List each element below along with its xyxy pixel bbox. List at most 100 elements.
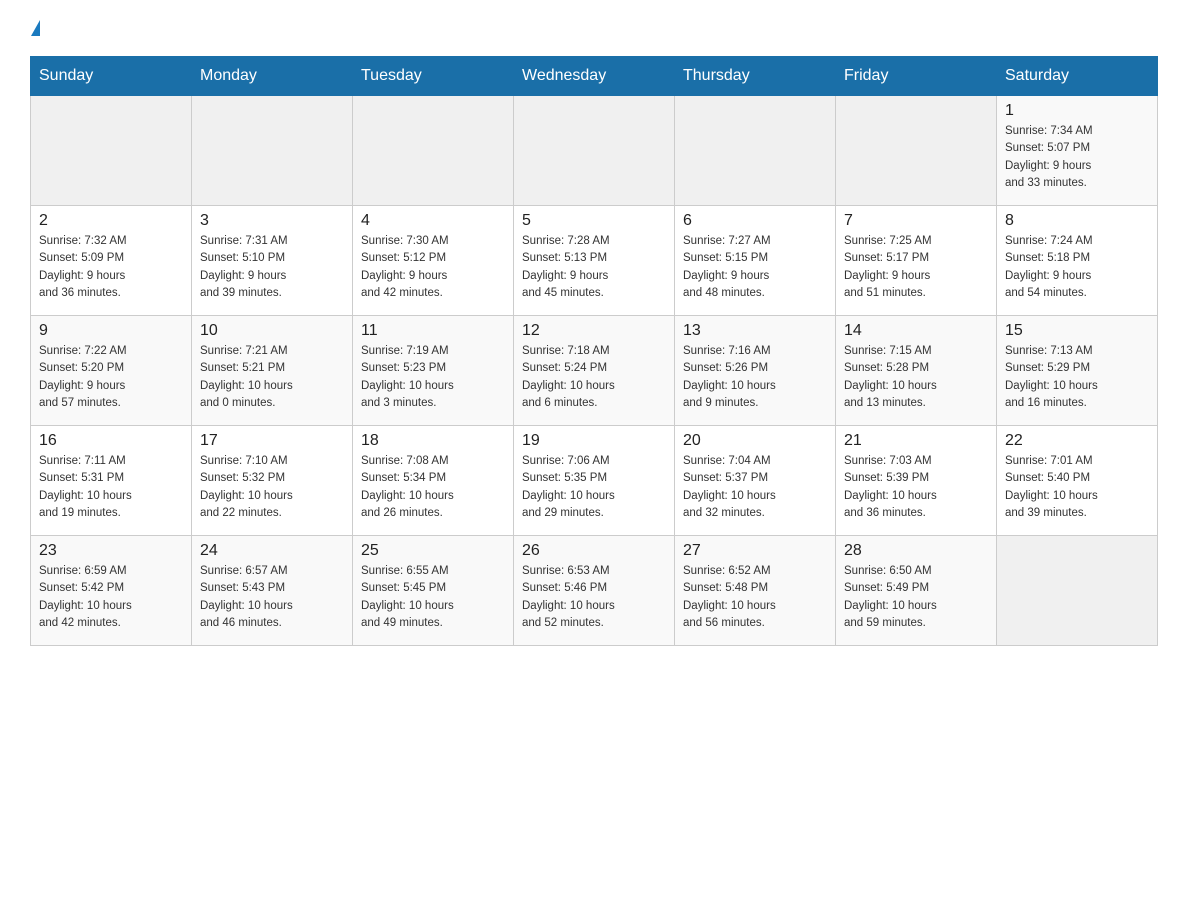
weekday-header-row: SundayMondayTuesdayWednesdayThursdayFrid… xyxy=(31,57,1158,96)
day-number: 24 xyxy=(200,542,344,560)
day-info: Sunrise: 7:22 AM Sunset: 5:20 PM Dayligh… xyxy=(39,343,183,412)
day-info: Sunrise: 6:52 AM Sunset: 5:48 PM Dayligh… xyxy=(683,563,827,632)
weekday-header-thursday: Thursday xyxy=(675,57,836,96)
calendar-cell: 11 Sunrise: 7:19 AM Sunset: 5:23 PM Dayli… xyxy=(353,316,514,426)
weekday-header-saturday: Saturday xyxy=(997,57,1158,96)
day-info: Sunrise: 7:34 AM Sunset: 5:07 PM Dayligh… xyxy=(1005,123,1149,192)
calendar-cell: 26 Sunrise: 6:53 AM Sunset: 5:46 PM Dayli… xyxy=(514,536,675,646)
calendar-cell: 13 Sunrise: 7:16 AM Sunset: 5:26 PM Dayli… xyxy=(675,316,836,426)
day-number: 15 xyxy=(1005,322,1149,340)
calendar-cell: 2 Sunrise: 7:32 AM Sunset: 5:09 PM Daylig… xyxy=(31,206,192,316)
calendar-cell: 24 Sunrise: 6:57 AM Sunset: 5:43 PM Dayli… xyxy=(192,536,353,646)
calendar-cell xyxy=(353,96,514,206)
day-number: 13 xyxy=(683,322,827,340)
day-number: 4 xyxy=(361,212,505,230)
day-info: Sunrise: 7:13 AM Sunset: 5:29 PM Dayligh… xyxy=(1005,343,1149,412)
day-number: 18 xyxy=(361,432,505,450)
day-number: 28 xyxy=(844,542,988,560)
calendar-cell: 10 Sunrise: 7:21 AM Sunset: 5:21 PM Dayli… xyxy=(192,316,353,426)
day-number: 14 xyxy=(844,322,988,340)
day-info: Sunrise: 7:31 AM Sunset: 5:10 PM Dayligh… xyxy=(200,233,344,302)
weekday-header-monday: Monday xyxy=(192,57,353,96)
day-number: 10 xyxy=(200,322,344,340)
day-number: 23 xyxy=(39,542,183,560)
calendar-cell: 5 Sunrise: 7:28 AM Sunset: 5:13 PM Daylig… xyxy=(514,206,675,316)
calendar-cell: 27Sunrise: 6:52 AM Sunset: 5:48 PM Dayli… xyxy=(675,536,836,646)
day-info: Sunrise: 7:19 AM Sunset: 5:23 PM Dayligh… xyxy=(361,343,505,412)
day-info: Sunrise: 7:15 AM Sunset: 5:28 PM Dayligh… xyxy=(844,343,988,412)
logo-arrow-icon xyxy=(31,20,40,36)
day-number: 17 xyxy=(200,432,344,450)
day-number: 22 xyxy=(1005,432,1149,450)
day-number: 25 xyxy=(361,542,505,560)
day-info: Sunrise: 6:55 AM Sunset: 5:45 PM Dayligh… xyxy=(361,563,505,632)
day-info: Sunrise: 7:11 AM Sunset: 5:31 PM Dayligh… xyxy=(39,453,183,522)
day-number: 3 xyxy=(200,212,344,230)
page-header xyxy=(30,20,1158,36)
day-info: Sunrise: 7:21 AM Sunset: 5:21 PM Dayligh… xyxy=(200,343,344,412)
calendar-cell xyxy=(675,96,836,206)
day-number: 5 xyxy=(522,212,666,230)
calendar-table: SundayMondayTuesdayWednesdayThursdayFrid… xyxy=(30,56,1158,646)
calendar-cell xyxy=(31,96,192,206)
calendar-cell: 22 Sunrise: 7:01 AM Sunset: 5:40 PM Dayli… xyxy=(997,426,1158,536)
day-number: 1 xyxy=(1005,102,1149,120)
calendar-cell xyxy=(997,536,1158,646)
day-number: 20 xyxy=(683,432,827,450)
calendar-week-row: 1 Sunrise: 7:34 AM Sunset: 5:07 PM Daylig… xyxy=(31,96,1158,206)
day-info: Sunrise: 7:28 AM Sunset: 5:13 PM Dayligh… xyxy=(522,233,666,302)
calendar-cell: 4Sunrise: 7:30 AM Sunset: 5:12 PM Daylig… xyxy=(353,206,514,316)
calendar-cell: 9 Sunrise: 7:22 AM Sunset: 5:20 PM Daylig… xyxy=(31,316,192,426)
calendar-cell: 19Sunrise: 7:06 AM Sunset: 5:35 PM Dayli… xyxy=(514,426,675,536)
calendar-cell: 6Sunrise: 7:27 AM Sunset: 5:15 PM Daylig… xyxy=(675,206,836,316)
day-info: Sunrise: 6:50 AM Sunset: 5:49 PM Dayligh… xyxy=(844,563,988,632)
calendar-cell: 21Sunrise: 7:03 AM Sunset: 5:39 PM Dayli… xyxy=(836,426,997,536)
day-number: 12 xyxy=(522,322,666,340)
day-info: Sunrise: 6:57 AM Sunset: 5:43 PM Dayligh… xyxy=(200,563,344,632)
calendar-cell: 14 Sunrise: 7:15 AM Sunset: 5:28 PM Dayli… xyxy=(836,316,997,426)
calendar-cell: 8 Sunrise: 7:24 AM Sunset: 5:18 PM Daylig… xyxy=(997,206,1158,316)
day-info: Sunrise: 7:25 AM Sunset: 5:17 PM Dayligh… xyxy=(844,233,988,302)
day-info: Sunrise: 7:24 AM Sunset: 5:18 PM Dayligh… xyxy=(1005,233,1149,302)
calendar-week-row: 23 Sunrise: 6:59 AM Sunset: 5:42 PM Dayli… xyxy=(31,536,1158,646)
calendar-cell: 28 Sunrise: 6:50 AM Sunset: 5:49 PM Dayli… xyxy=(836,536,997,646)
day-info: Sunrise: 7:08 AM Sunset: 5:34 PM Dayligh… xyxy=(361,453,505,522)
calendar-cell: 7 Sunrise: 7:25 AM Sunset: 5:17 PM Daylig… xyxy=(836,206,997,316)
calendar-week-row: 2 Sunrise: 7:32 AM Sunset: 5:09 PM Daylig… xyxy=(31,206,1158,316)
weekday-header-friday: Friday xyxy=(836,57,997,96)
calendar-cell xyxy=(514,96,675,206)
day-info: Sunrise: 6:59 AM Sunset: 5:42 PM Dayligh… xyxy=(39,563,183,632)
calendar-cell: 18 Sunrise: 7:08 AM Sunset: 5:34 PM Dayli… xyxy=(353,426,514,536)
day-info: Sunrise: 7:01 AM Sunset: 5:40 PM Dayligh… xyxy=(1005,453,1149,522)
calendar-cell: 20 Sunrise: 7:04 AM Sunset: 5:37 PM Dayli… xyxy=(675,426,836,536)
calendar-cell: 17 Sunrise: 7:10 AM Sunset: 5:32 PM Dayli… xyxy=(192,426,353,536)
weekday-header-tuesday: Tuesday xyxy=(353,57,514,96)
day-info: Sunrise: 7:04 AM Sunset: 5:37 PM Dayligh… xyxy=(683,453,827,522)
day-info: Sunrise: 7:10 AM Sunset: 5:32 PM Dayligh… xyxy=(200,453,344,522)
day-info: Sunrise: 7:18 AM Sunset: 5:24 PM Dayligh… xyxy=(522,343,666,412)
calendar-cell: 12 Sunrise: 7:18 AM Sunset: 5:24 PM Dayli… xyxy=(514,316,675,426)
calendar-cell: 16Sunrise: 7:11 AM Sunset: 5:31 PM Dayli… xyxy=(31,426,192,536)
weekday-header-sunday: Sunday xyxy=(31,57,192,96)
logo xyxy=(30,20,40,36)
day-info: Sunrise: 7:32 AM Sunset: 5:09 PM Dayligh… xyxy=(39,233,183,302)
day-number: 8 xyxy=(1005,212,1149,230)
weekday-header-wednesday: Wednesday xyxy=(514,57,675,96)
day-number: 2 xyxy=(39,212,183,230)
calendar-cell: 15 Sunrise: 7:13 AM Sunset: 5:29 PM Dayli… xyxy=(997,316,1158,426)
day-number: 21 xyxy=(844,432,988,450)
day-info: Sunrise: 7:16 AM Sunset: 5:26 PM Dayligh… xyxy=(683,343,827,412)
day-number: 7 xyxy=(844,212,988,230)
calendar-cell xyxy=(192,96,353,206)
calendar-cell xyxy=(836,96,997,206)
day-number: 11 xyxy=(361,322,505,340)
day-info: Sunrise: 7:06 AM Sunset: 5:35 PM Dayligh… xyxy=(522,453,666,522)
calendar-cell: 3 Sunrise: 7:31 AM Sunset: 5:10 PM Daylig… xyxy=(192,206,353,316)
day-info: Sunrise: 6:53 AM Sunset: 5:46 PM Dayligh… xyxy=(522,563,666,632)
day-number: 26 xyxy=(522,542,666,560)
calendar-cell: 25 Sunrise: 6:55 AM Sunset: 5:45 PM Dayli… xyxy=(353,536,514,646)
calendar-cell: 23 Sunrise: 6:59 AM Sunset: 5:42 PM Dayli… xyxy=(31,536,192,646)
day-number: 6 xyxy=(683,212,827,230)
day-number: 9 xyxy=(39,322,183,340)
calendar-week-row: 16Sunrise: 7:11 AM Sunset: 5:31 PM Dayli… xyxy=(31,426,1158,536)
